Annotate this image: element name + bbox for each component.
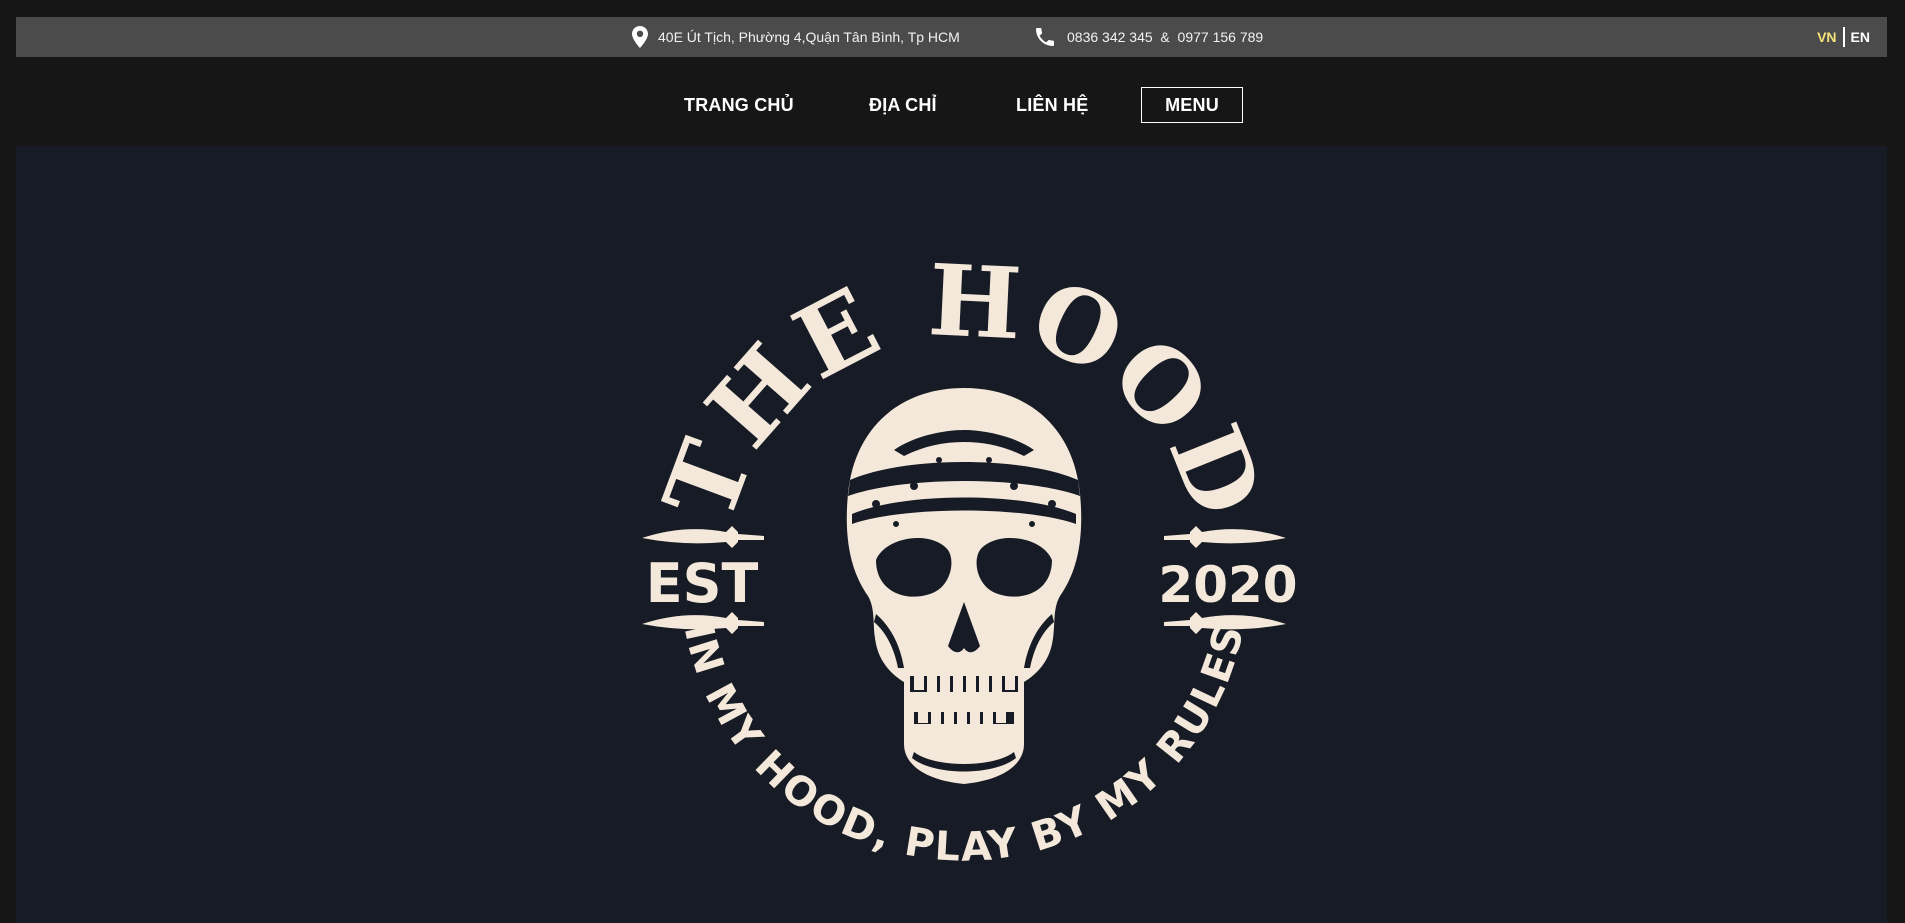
the-hood-logo: THE HOOD IN MY HOOD, PLAY BY MY RULES ES… [642, 243, 1298, 871]
nav-item-address[interactable]: ĐỊA CHỈ [869, 86, 937, 124]
address-text: 40E Út Tịch, Phường 4,Quận Tân Bình, Tp … [658, 29, 960, 45]
phone-info: 0836 342 345 & 0977 156 789 [1033, 17, 1263, 57]
nav-item-menu-button[interactable]: MENU [1141, 87, 1243, 123]
phone-icon [1033, 25, 1057, 49]
map-pin-icon [632, 26, 648, 48]
address-info: 40E Út Tịch, Phường 4,Quận Tân Bình, Tp … [632, 17, 960, 57]
top-info-bar: 40E Út Tịch, Phường 4,Quận Tân Bình, Tp … [16, 17, 1887, 57]
lang-en-link[interactable]: EN [1845, 27, 1870, 47]
page: 40E Út Tịch, Phường 4,Quận Tân Bình, Tp … [0, 0, 1905, 923]
main-nav: TRANG CHỦ ĐỊA CHỈ LIÊN HỆ MENU [0, 86, 1905, 124]
nav-item-contact[interactable]: LIÊN HỆ [1016, 86, 1088, 124]
phone-text[interactable]: 0836 342 345 & 0977 156 789 [1067, 29, 1263, 45]
lang-vn-link[interactable]: VN [1817, 27, 1845, 47]
language-switcher: VN EN [1817, 17, 1870, 57]
logo-est: EST [646, 552, 759, 615]
nav-item-home[interactable]: TRANG CHỦ [684, 86, 794, 124]
skull-bandana-icon [846, 388, 1082, 784]
hero-banner: THE HOOD IN MY HOOD, PLAY BY MY RULES ES… [16, 146, 1887, 923]
logo-year: 2020 [1158, 556, 1297, 614]
